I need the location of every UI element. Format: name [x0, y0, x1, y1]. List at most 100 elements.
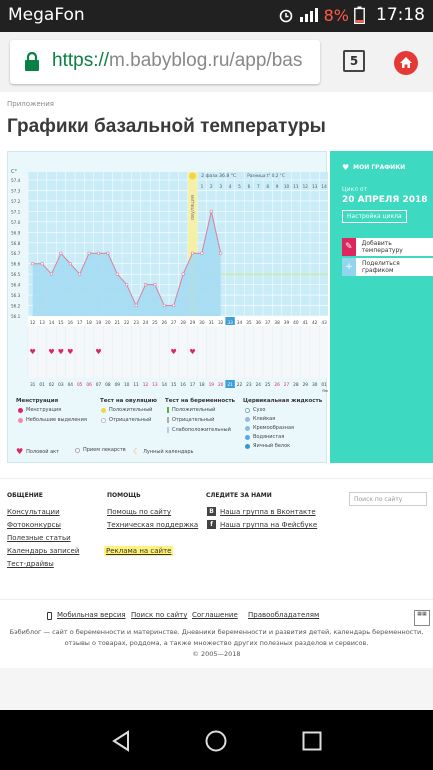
facebook-icon: f [207, 520, 216, 529]
temperature-point [40, 262, 44, 266]
top-day-label: 11 [293, 184, 299, 189]
date-label: 21 [227, 382, 233, 388]
cycle-day-label: 37 [265, 320, 271, 326]
footer-rightholders[interactable]: Правообладателям [248, 611, 319, 619]
circle-icon [101, 417, 106, 423]
y-tick-label: 56.7 [11, 251, 21, 256]
page-title: Графики базальной температуры [7, 116, 326, 137]
temperature-point [49, 272, 54, 276]
my-charts-link[interactable]: ♥ МОИ ГРАФИКИ [342, 163, 405, 172]
page-bottom-strip [0, 668, 433, 710]
cycle-day-label: 15 [58, 320, 64, 326]
legend-cervical-sticky: Клейкая [245, 416, 275, 422]
y-tick-label: 56.4 [11, 283, 21, 288]
date-label: 02 [49, 382, 55, 388]
footer-site-search[interactable]: Поиск по сайту [131, 611, 187, 619]
date-label: 11 [133, 382, 139, 388]
cycle-day-label: 28 [180, 320, 186, 326]
date-label: 22 [237, 382, 243, 388]
footer-link-testdrives[interactable]: Тест-драйвы [7, 560, 54, 568]
cycle-day-label: 27 [171, 320, 177, 326]
legend-cervical-watery: Водянистая [245, 434, 284, 440]
ovulation-label: овуляция [190, 195, 196, 220]
footer-mobile-version[interactable]: Мобильная версия [57, 611, 126, 619]
share-chart-button[interactable]: + Поделиться графиком [342, 258, 433, 276]
date-label: 13 [152, 382, 158, 388]
recents-icon[interactable] [302, 731, 322, 751]
legend-menstruation-title: Менструация [16, 398, 59, 404]
footer-link-vk[interactable]: Наша группа в Вконтакте [220, 508, 316, 516]
y-unit-label: C° [11, 169, 17, 175]
date-label: 03 [58, 382, 64, 388]
test-strip-icon [167, 417, 169, 423]
footer-link-support[interactable]: Техническая поддержка [107, 521, 198, 529]
lock-icon [25, 52, 39, 71]
side-panel: ♥ МОИ ГРАФИКИ Цикл от 20 АПРЕЛЯ 2018 Наст… [330, 151, 433, 463]
date-label: 19 [209, 382, 215, 388]
footer-col-follow-title: СЛЕДИТЕ ЗА НАМИ [206, 492, 272, 499]
legend-pregtest-weak: Слабоположительный [167, 427, 231, 433]
temperature-point [115, 272, 119, 276]
cycle-day-label: 14 [49, 320, 55, 326]
breadcrumb[interactable]: Приложения [7, 100, 54, 108]
status-icons: 8% 17:18 [278, 5, 425, 25]
temperature-point [190, 251, 195, 255]
date-label: 01 [39, 382, 45, 388]
add-temperature-button[interactable]: ✎ Добавить температуру [342, 238, 433, 256]
cycle-day-label: 33 [227, 320, 233, 326]
cycle-day-label: 34 [237, 320, 243, 326]
cycle-date: 20 АПРЕЛЯ 2018 [342, 195, 428, 205]
footer-agreement[interactable]: Соглашение [192, 611, 238, 619]
footer-link-consultations[interactable]: Консультации [7, 508, 60, 516]
legend-cervical-dry: Сухо [245, 407, 265, 413]
footer-link-articles[interactable]: Полезные статьи [7, 534, 71, 542]
date-label: 27 [284, 382, 290, 388]
date-label: 06 [86, 382, 92, 388]
home-button[interactable] [394, 51, 418, 75]
drop-icon [245, 434, 250, 440]
top-day-label: 3 [219, 184, 222, 189]
legend-ovtest-negative: Отрицательный [101, 417, 151, 423]
date-label: 29 [303, 382, 309, 388]
egg-drop-icon [245, 443, 250, 449]
date-label: 30 [312, 382, 318, 388]
battery-percent: 8% [323, 5, 349, 25]
y-tick-label: 57.2 [11, 199, 21, 204]
footer-col-communication-title: ОБЩЕНИЕ [7, 492, 43, 499]
heart-icon: ♥ [48, 348, 54, 356]
footer-link-advertising[interactable]: Реклама на сайте [104, 546, 174, 556]
date-label: 17 [190, 382, 196, 388]
alarm-icon [279, 9, 292, 23]
y-tick-label: 56.5 [11, 272, 21, 277]
status-bar: MegaFon 8% 17:18 [0, 0, 433, 32]
drop-small-icon [18, 417, 23, 423]
top-day-label: 9 [276, 184, 279, 189]
site-footer: ОБЩЕНИЕ Консультации Фотоконкурсы Полезн… [0, 478, 433, 668]
cycle-settings-button[interactable]: Настройка цикла [342, 210, 407, 223]
cycle-day-label: 36 [256, 320, 262, 326]
footer-search-input[interactable]: Поиск по сайту [349, 492, 427, 506]
cycle-day-label: 24 [143, 320, 149, 326]
cycle-day-label: 18 [86, 320, 92, 326]
footer-link-photocontests[interactable]: Фотоконкурсы [7, 521, 61, 529]
cycle-day-label: 31 [209, 320, 215, 326]
bbt-chart-svg: 57.4 57.3 57.2 57.1 57.0 56.9 56.8 56.7 56.6 56.5… [11, 169, 328, 393]
date-label: 12 [143, 382, 149, 388]
tab-switcher-button[interactable]: 5 [343, 50, 365, 72]
cycle-day-label: 25 [152, 320, 158, 326]
footer-link-calendar[interactable]: Календарь записей [7, 547, 79, 555]
cycle-day-label: 40 [293, 320, 299, 326]
footer-link-facebook[interactable]: Наша группа на Фейсбуке [220, 521, 317, 529]
battery-icon [354, 6, 365, 24]
home-circle-icon[interactable] [205, 730, 227, 752]
heart-icon: ♥ [171, 348, 177, 356]
back-icon[interactable] [111, 730, 131, 752]
heart-icon: ♥ [58, 348, 64, 356]
home-icon [400, 57, 412, 68]
cycle-day-label: 22 [124, 320, 130, 326]
address-bar[interactable]: https://m.babyblog.ru/app/bas [10, 40, 320, 84]
y-tick-label: 56.6 [11, 262, 21, 267]
footer-link-site-help[interactable]: Помощь по сайту [107, 508, 171, 516]
heart-icon: ♥ [16, 447, 24, 456]
temperature-point [153, 283, 157, 287]
